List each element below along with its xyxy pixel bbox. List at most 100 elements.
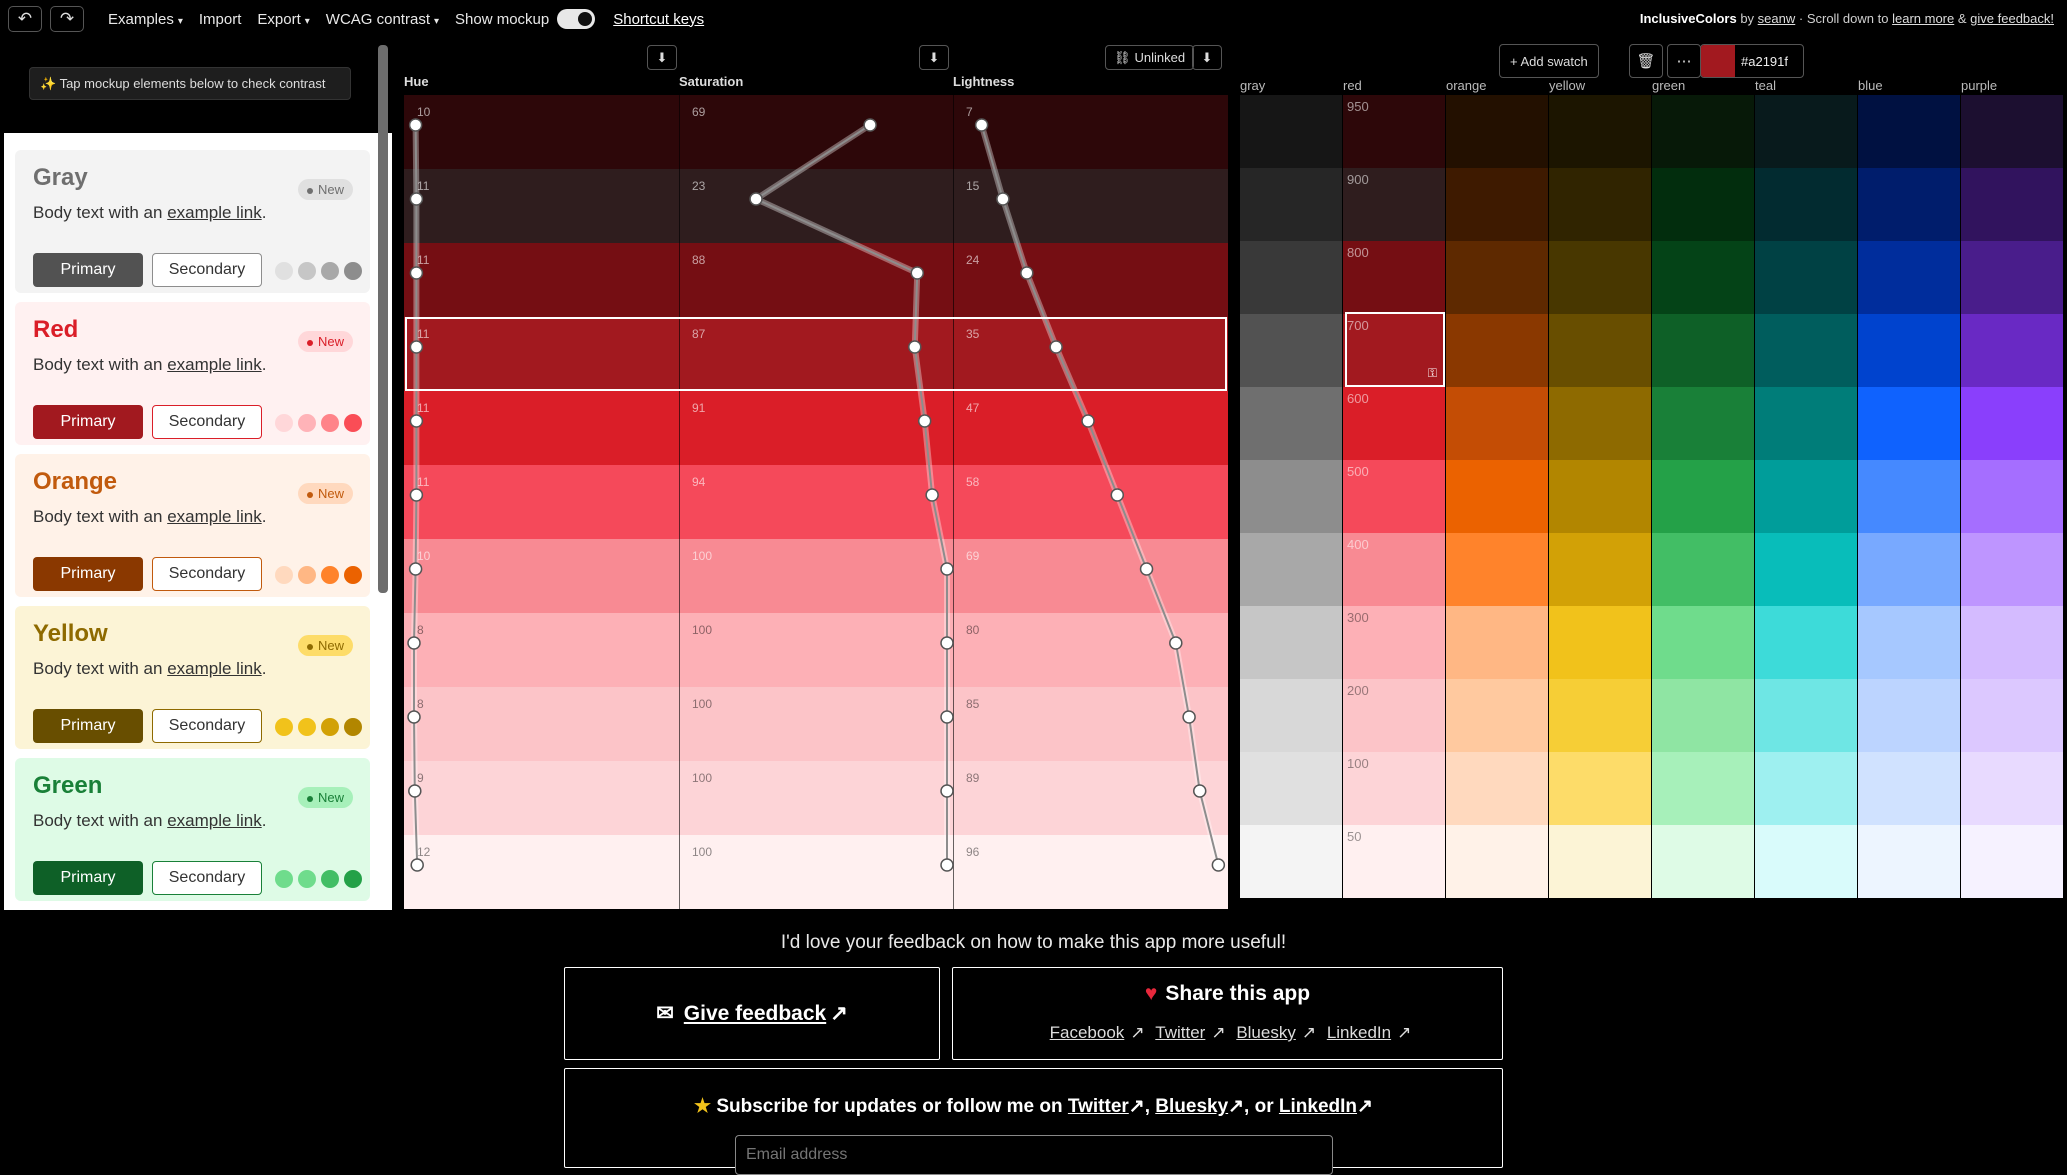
saturation-curve-handle[interactable] — [940, 562, 954, 576]
swatch-purple-900[interactable] — [1961, 168, 2063, 241]
new-badge[interactable]: New — [297, 483, 353, 504]
more-options-button[interactable]: ⋯ — [1667, 44, 1701, 78]
swatch-dot[interactable] — [298, 262, 316, 280]
swatch-blue-600[interactable] — [1858, 387, 1960, 460]
wcag-contrast-menu[interactable]: WCAG contrast ▾ — [326, 11, 439, 28]
swatch-red-500[interactable]: 500 — [1343, 460, 1445, 533]
swatch-gray-50[interactable] — [1240, 825, 1342, 898]
lightness-curve-handle[interactable] — [1169, 636, 1183, 650]
mockup-body-text[interactable]: Body text with an example link. — [33, 507, 352, 527]
primary-button[interactable]: Primary — [33, 709, 143, 743]
swatch-orange-800[interactable] — [1446, 241, 1548, 314]
swatch-blue-400[interactable] — [1858, 533, 1960, 606]
swatch-orange-600[interactable] — [1446, 387, 1548, 460]
follow-twitter-link[interactable]: Twitter — [1068, 1096, 1129, 1117]
swatch-purple-400[interactable] — [1961, 533, 2063, 606]
lightness-curve-handle[interactable] — [974, 118, 989, 132]
swatch-dot[interactable] — [275, 718, 293, 736]
saturation-curve-handle[interactable] — [940, 636, 954, 650]
swatch-yellow-200[interactable] — [1549, 679, 1651, 752]
saturation-curve-handle[interactable] — [940, 784, 954, 798]
swatch-red-200[interactable]: 200 — [1343, 679, 1445, 752]
lightness-curve-handle[interactable] — [1081, 414, 1095, 428]
swatch-teal-300[interactable] — [1755, 606, 1857, 679]
saturation-curve-handle[interactable] — [910, 266, 924, 280]
author-link[interactable]: seanw — [1758, 11, 1796, 26]
swatch-dot[interactable] — [298, 414, 316, 432]
lightness-curve-handle[interactable] — [1049, 340, 1063, 354]
swatch-green-200[interactable] — [1652, 679, 1754, 752]
swatch-teal-800[interactable] — [1755, 241, 1857, 314]
swatch-blue-100[interactable] — [1858, 752, 1960, 825]
mockup-body-text[interactable]: Body text with an example link. — [33, 355, 352, 375]
swatch-blue-800[interactable] — [1858, 241, 1960, 314]
swatch-dot[interactable] — [298, 870, 316, 888]
mockup-scrollbar[interactable] — [378, 45, 388, 593]
hsl-curves[interactable] — [404, 40, 1228, 910]
learn-more-link[interactable]: learn more — [1892, 11, 1954, 26]
lightness-curve-handle[interactable] — [1110, 488, 1125, 502]
hue-curve-handle[interactable] — [408, 784, 422, 798]
follow-bluesky-link[interactable]: Bluesky — [1155, 1096, 1228, 1117]
follow-linkedin-link[interactable]: LinkedIn — [1279, 1096, 1357, 1117]
swatch-orange-950[interactable] — [1446, 95, 1548, 168]
swatch-green-700[interactable] — [1652, 314, 1754, 387]
swatch-purple-500[interactable] — [1961, 460, 2063, 533]
swatch-green-50[interactable] — [1652, 825, 1754, 898]
swatch-yellow-50[interactable] — [1549, 825, 1651, 898]
new-badge[interactable]: New — [297, 787, 353, 808]
new-badge[interactable]: New — [297, 331, 353, 352]
swatch-dot[interactable] — [344, 262, 362, 280]
swatch-yellow-400[interactable] — [1549, 533, 1651, 606]
swatch-teal-50[interactable] — [1755, 825, 1857, 898]
give-feedback-button[interactable]: Give feedback — [684, 1002, 826, 1026]
example-link[interactable]: example link — [167, 659, 262, 678]
swatch-blue-900[interactable] — [1858, 168, 1960, 241]
swatch-green-400[interactable] — [1652, 533, 1754, 606]
swatch-gray-400[interactable] — [1240, 533, 1342, 606]
mockup-body-text[interactable]: Body text with an example link. — [33, 659, 352, 679]
new-badge[interactable]: New — [297, 179, 353, 200]
hue-column-header-red[interactable]: red — [1343, 78, 1362, 93]
saturation-curve-handle[interactable] — [917, 414, 932, 428]
swatch-green-100[interactable] — [1652, 752, 1754, 825]
swatch-dot[interactable] — [321, 566, 339, 584]
swatch-green-600[interactable] — [1652, 387, 1754, 460]
swatch-gray-800[interactable] — [1240, 241, 1342, 314]
hue-column-header-purple[interactable]: purple — [1961, 78, 1997, 93]
show-mockup-toggle[interactable] — [557, 9, 596, 29]
swatch-dot[interactable] — [321, 262, 339, 280]
primary-button[interactable]: Primary — [33, 405, 143, 439]
secondary-button[interactable]: Secondary — [152, 405, 262, 439]
primary-button[interactable]: Primary — [33, 253, 143, 287]
hue-curve-handle[interactable] — [409, 192, 424, 206]
swatch-purple-100[interactable] — [1961, 752, 2063, 825]
hue-curve-handle[interactable] — [409, 414, 424, 428]
swatch-dot[interactable] — [321, 718, 339, 736]
swatch-gray-100[interactable] — [1240, 752, 1342, 825]
share-twitter-link[interactable]: Twitter — [1155, 1023, 1205, 1042]
swatch-gray-600[interactable] — [1240, 387, 1342, 460]
swatch-teal-900[interactable] — [1755, 168, 1857, 241]
swatch-gray-300[interactable] — [1240, 606, 1342, 679]
import-menu[interactable]: Import — [199, 11, 242, 28]
hue-column-header-orange[interactable]: orange — [1446, 78, 1486, 93]
swatch-dot[interactable] — [344, 870, 362, 888]
export-menu[interactable]: Export ▾ — [257, 11, 309, 28]
swatch-yellow-600[interactable] — [1549, 387, 1651, 460]
undo-button[interactable]: ↶ — [8, 6, 42, 32]
share-bluesky-link[interactable]: Bluesky — [1236, 1023, 1296, 1042]
swatch-green-800[interactable] — [1652, 241, 1754, 314]
swatch-yellow-800[interactable] — [1549, 241, 1651, 314]
hue-curve-handle[interactable] — [408, 562, 423, 576]
lightness-curve-handle[interactable] — [1020, 266, 1034, 280]
example-link[interactable]: example link — [167, 507, 262, 526]
add-swatch-button[interactable]: + Add swatch — [1499, 44, 1599, 78]
swatch-dot[interactable] — [344, 718, 362, 736]
swatch-blue-500[interactable] — [1858, 460, 1960, 533]
swatch-teal-400[interactable] — [1755, 533, 1857, 606]
swatch-red-300[interactable]: 300 — [1343, 606, 1445, 679]
mockup-card-yellow[interactable]: Yellow New Body text with an example link.… — [15, 606, 370, 749]
lightness-curve-handle[interactable] — [1211, 858, 1226, 872]
hue-curve-handle[interactable] — [409, 488, 424, 502]
